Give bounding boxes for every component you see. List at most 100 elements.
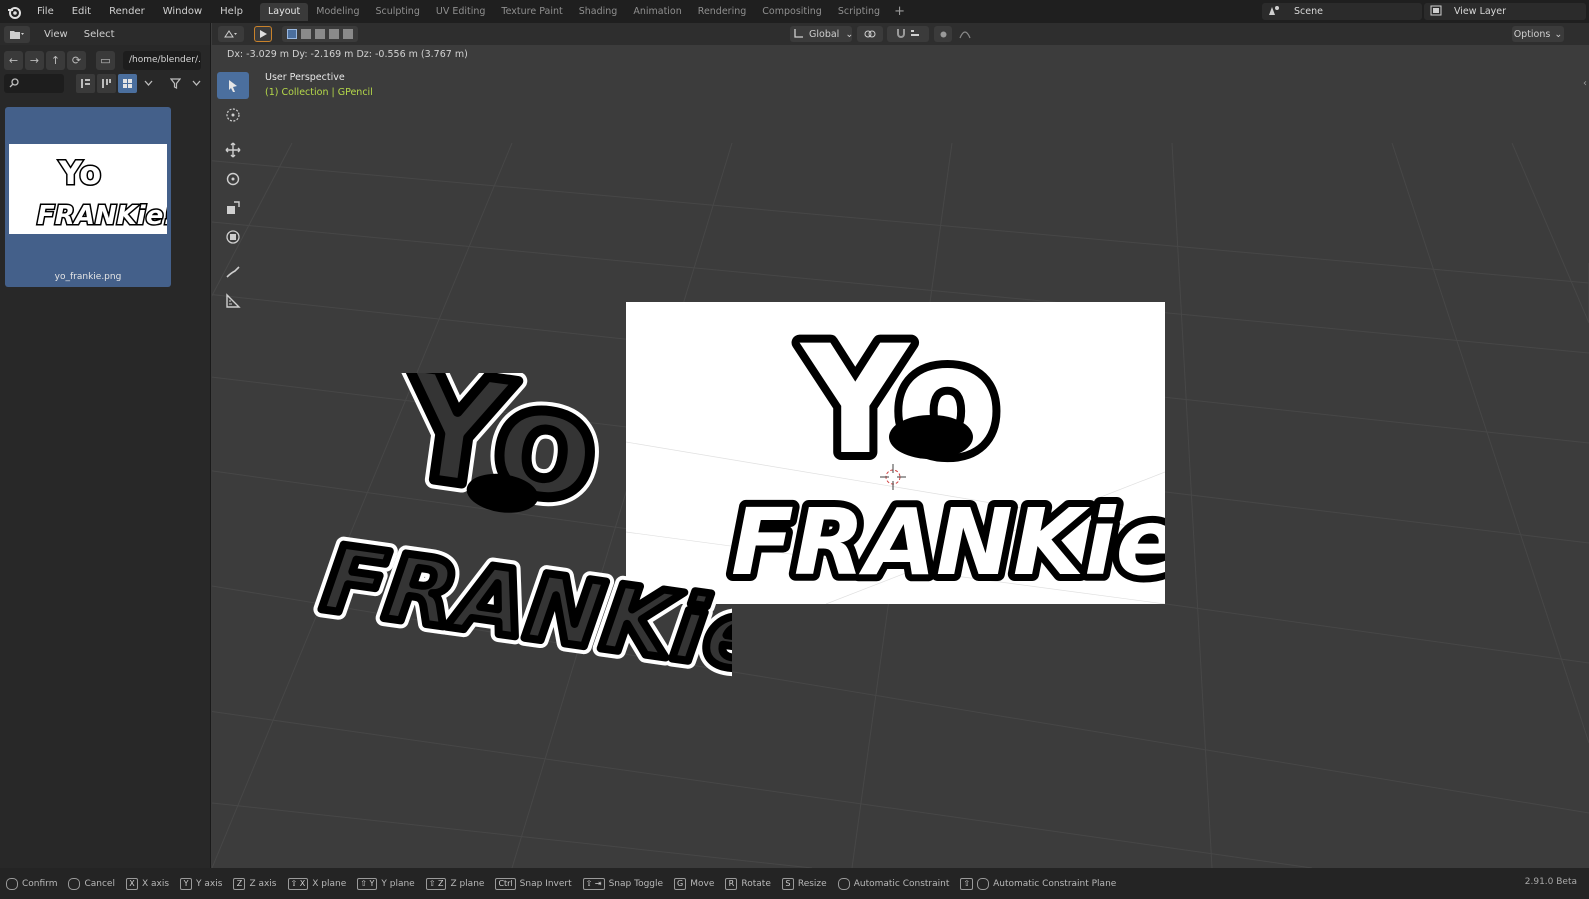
version-label: 2.91.0 Beta [1524,877,1577,887]
status-x-plane: ⇧ X X plane [287,877,346,890]
file-item[interactable]: Yo Yo FRANKie! FRANKie! yo_frankie.png [5,107,171,287]
status-x-axis: X X axis [125,877,170,890]
vertical-list-icon[interactable] [76,73,95,93]
3d-viewport[interactable]: Global ⌄ Options ⌄ Dx: -3.029 m Dy: -2.1… [212,23,1589,868]
editor-type-button[interactable] [4,25,30,43]
refresh-icon[interactable]: ⟳ [67,50,86,70]
intersect-select-icon[interactable] [343,29,353,39]
search-input[interactable] [4,73,64,93]
tab-shading[interactable]: Shading [571,3,626,21]
grease-pencil-logo[interactable]: Yo Yo FRANKie! FRANKie! [312,373,732,693]
invert-select-icon[interactable] [329,29,339,39]
pivot-point-icon[interactable] [857,26,883,42]
key-hint: G [674,877,687,890]
status-label: Y plane [381,878,415,889]
transform-tool-icon[interactable] [217,223,249,250]
magnet-icon [896,28,906,41]
mouse-right-icon [68,877,81,890]
annotate-tool-icon[interactable] [217,258,249,285]
tab-scripting[interactable]: Scripting [830,3,888,21]
chevron-down-icon: ⌄ [1554,28,1563,40]
subtract-select-icon[interactable] [315,29,325,39]
key-hint: ⇧ Z [425,877,447,890]
rotate-tool-icon[interactable] [217,165,249,192]
tab-modeling[interactable]: Modeling [308,3,367,21]
tab-sculpting[interactable]: Sculpting [367,3,427,21]
key-hint: Y [180,877,193,890]
cursor-tool-icon[interactable] [217,101,249,128]
status-label: X axis [141,878,170,889]
mouse-left-icon [6,877,18,890]
select-tool-icon[interactable] [217,72,249,99]
status-label: Resize [797,878,827,889]
orientation-label: Global [809,28,840,40]
options-dropdown[interactable]: Options ⌄ [1512,26,1564,42]
view-layer-selector[interactable]: View Layer [1424,3,1586,20]
key-hint: X [125,877,138,890]
scale-tool-icon[interactable] [217,194,249,221]
sidebar-toggle-icon[interactable]: ‹ [1583,78,1587,89]
options-label: Options [1513,28,1551,40]
status-z-axis: Z Z axis [233,877,277,890]
status-label: Rotate [741,878,771,889]
measure-tool-icon[interactable] [217,287,249,314]
key-hint: Ctrl [495,877,516,890]
tab-layout[interactable]: Layout [259,2,309,21]
move-tool-icon[interactable] [217,136,249,163]
menu-window[interactable]: Window [154,0,211,23]
menu-file[interactable]: File [28,0,63,23]
parent-dir-icon[interactable]: ↑ [46,50,65,70]
chevron-down-icon[interactable] [139,74,158,93]
falloff-icon[interactable] [956,26,974,42]
forward-arrow-icon[interactable]: → [25,50,44,70]
status-label: Confirm [22,878,58,889]
chevron-down-icon: ⌄ [845,28,854,40]
menu-render[interactable]: Render [100,0,154,23]
snap-dropdown[interactable] [887,26,929,42]
menu-select[interactable]: Select [76,29,123,40]
tab-rendering[interactable]: Rendering [690,3,755,21]
status-y-axis: Y Y axis [180,877,222,890]
filter-chevron-down-icon[interactable] [187,74,206,93]
extend-select-icon[interactable] [301,29,311,39]
view-layer-icon [1430,5,1442,19]
selection-mode-buttons[interactable] [282,26,358,42]
proportional-edit-icon[interactable] [934,26,952,42]
key-hint: Z [233,877,246,890]
tab-uv-editing[interactable]: UV Editing [428,3,494,21]
status-label: Automatic Constraint [853,878,950,889]
menu-help[interactable]: Help [211,0,252,23]
add-workspace-button[interactable]: + [888,4,911,19]
back-arrow-icon[interactable]: ← [4,50,23,70]
tab-compositing[interactable]: Compositing [754,3,830,21]
status-rotate: R Rotate [725,877,771,890]
menu-view[interactable]: View [36,29,76,40]
filter-icon[interactable] [166,74,185,93]
status-bar: Confirm Cancel X X axis Y Y axis Z Z axi… [0,868,1589,899]
scene-name: Scene [1294,6,1323,17]
tab-texture-paint[interactable]: Texture Paint [493,3,570,21]
box-select-icon[interactable] [287,29,297,39]
select-mode-icon[interactable] [254,26,272,42]
blender-logo-icon[interactable] [4,2,24,22]
status-resize: S Resize [781,877,827,890]
tab-animation[interactable]: Animation [625,3,689,21]
path-field[interactable]: /home/blender/... [123,50,201,70]
new-folder-icon[interactable]: ▭ [96,50,115,70]
svg-text:FRANKie!: FRANKie! [731,489,1165,596]
file-browser-panel: View Select ← → ↑ ⟳ ▭ /home/blender/... [0,23,211,868]
file-browser-header: View Select [0,23,210,45]
menu-edit[interactable]: Edit [63,0,100,23]
horizontal-list-icon[interactable] [97,73,116,93]
svg-text:Yo: Yo [799,314,999,488]
workspace-tabs: Layout Modeling Sculpting UV Editing Tex… [259,0,911,23]
thumbnail-view-icon[interactable] [118,73,137,93]
status-label: Snap Invert [519,878,572,889]
editor-type-3d-icon[interactable] [218,26,244,42]
scene-selector[interactable]: Scene [1262,3,1422,20]
mouse-middle-icon [977,877,990,890]
transform-readout: Dx: -3.029 m Dy: -2.169 m Dz: -0.556 m (… [227,49,468,60]
status-confirm: Confirm [6,877,58,890]
orientation-dropdown[interactable]: Global ⌄ [790,26,854,42]
status-label: Automatic Constraint Plane [993,878,1117,889]
